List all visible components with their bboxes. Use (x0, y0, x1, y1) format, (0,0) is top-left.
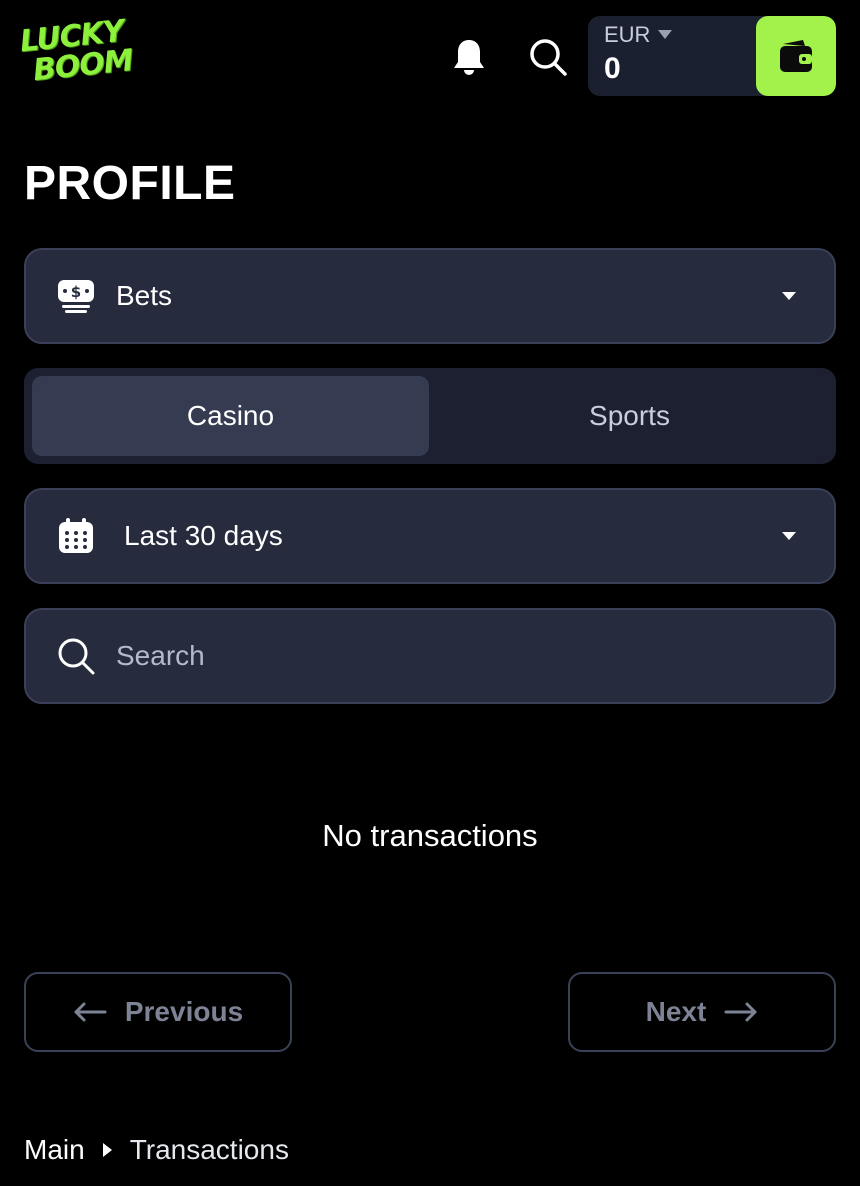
period-select[interactable]: Last 30 days (24, 488, 836, 584)
calendar-icon (56, 516, 96, 556)
header-search-button[interactable] (525, 34, 571, 80)
currency-label: EUR (604, 22, 651, 47)
balance-widget[interactable]: EUR 0 (588, 16, 836, 96)
search-box (24, 608, 836, 704)
next-label: Next (645, 996, 707, 1027)
previous-button[interactable]: Previous (24, 972, 292, 1052)
svg-text:$: $ (71, 283, 81, 301)
breadcrumb-transactions: Transactions (129, 1134, 289, 1165)
tab-casino[interactable]: Casino (32, 376, 429, 456)
previous-label: Previous (124, 996, 244, 1027)
lucky-boom-logo[interactable]: LUCKY BOOM (18, 14, 135, 97)
period-select-value: Last 30 days (124, 520, 283, 551)
search-icon (530, 39, 567, 76)
wallet-icon (780, 40, 812, 72)
currency-selector[interactable]: EUR (604, 22, 673, 48)
breadcrumb-separator-icon (102, 1143, 112, 1157)
breadcrumb: Main Transactions (24, 1134, 289, 1166)
search-icon (56, 636, 96, 676)
section-select[interactable]: $ Bets (24, 248, 836, 344)
page-title: PROFILE (24, 157, 236, 210)
section-select-value: Bets (116, 280, 173, 311)
wallet-button[interactable] (756, 16, 836, 96)
header: LUCKY BOOM EUR 0 (0, 0, 860, 110)
cash-stack-icon: $ (56, 276, 96, 316)
bell-icon (454, 40, 484, 75)
search-input[interactable] (114, 610, 804, 702)
tab-sports[interactable]: Sports (431, 376, 828, 456)
arrow-left-icon (74, 1002, 107, 1022)
caret-down-icon (782, 532, 796, 540)
next-button[interactable]: Next (568, 972, 836, 1052)
product-tabs: Casino Sports (24, 368, 836, 464)
arrow-right-icon (724, 1002, 757, 1022)
notifications-button[interactable] (446, 34, 492, 80)
chevron-down-icon (658, 30, 673, 39)
balance-amount: 0 (604, 52, 621, 85)
caret-down-icon (782, 292, 796, 300)
empty-state-message: No transactions (322, 818, 538, 853)
breadcrumb-main[interactable]: Main (24, 1134, 85, 1166)
logo-line-2: BOOM (31, 43, 135, 89)
